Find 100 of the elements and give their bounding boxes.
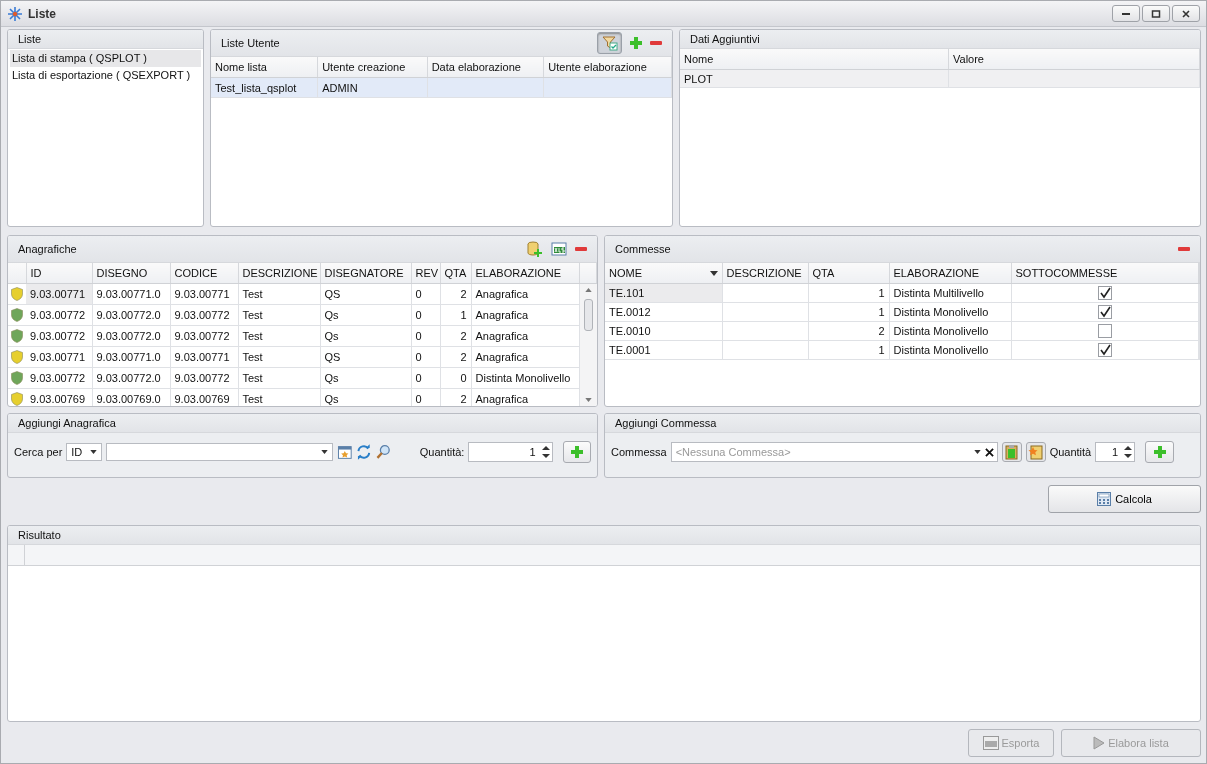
dropdown-arrow-icon[interactable] bbox=[973, 450, 981, 454]
table-cell: 9.03.00772.0 bbox=[96, 372, 161, 384]
table-cell: 2 bbox=[460, 330, 467, 342]
window-title: Liste bbox=[28, 6, 56, 21]
table-cell: 1 bbox=[878, 344, 885, 356]
table-cell: Anagrafica bbox=[475, 309, 529, 321]
order-field[interactable]: <Nessuna Commessa> bbox=[671, 444, 970, 460]
table-cell: 9.03.00771 bbox=[30, 288, 86, 300]
quantity-spinner[interactable]: 1 bbox=[1095, 442, 1136, 462]
plus-icon bbox=[1153, 446, 1166, 458]
column-header[interactable]: Data elaborazione bbox=[427, 57, 544, 78]
column-header[interactable]: NOME bbox=[605, 263, 722, 284]
table-cell: 9.03.00769.0 bbox=[96, 393, 161, 405]
column-header[interactable]: DESCRIZIONE bbox=[722, 263, 808, 284]
column-header[interactable]: DESCRIZIONE bbox=[238, 263, 320, 284]
table-cell: 9.03.00772 bbox=[30, 330, 86, 342]
column-header[interactable]: ELABORAZIONE bbox=[889, 263, 1011, 284]
spin-arrows-icon bbox=[541, 445, 550, 459]
column-header[interactable]: DISEGNATORE bbox=[320, 263, 411, 284]
checkbox[interactable] bbox=[1097, 305, 1112, 320]
table-cell: 0 bbox=[415, 393, 422, 405]
clear-icon[interactable] bbox=[984, 447, 994, 457]
table-cell: TE.101 bbox=[609, 287, 645, 299]
add-button[interactable] bbox=[1145, 441, 1175, 463]
table-cell: 0 bbox=[460, 372, 467, 384]
column-header[interactable]: CODICE bbox=[170, 263, 238, 284]
panel-title: Liste Utente bbox=[221, 37, 280, 49]
add-button[interactable] bbox=[562, 441, 591, 463]
clipboard-button[interactable] bbox=[1001, 442, 1022, 462]
calculate-button[interactable]: Calcola bbox=[1048, 485, 1201, 513]
table-cell: 9.03.00771.0 bbox=[96, 351, 161, 363]
table-cell: Test_lista_qsplot bbox=[215, 81, 297, 94]
table-cell: Anagrafica bbox=[475, 288, 529, 300]
order-label: Commessa bbox=[611, 446, 667, 458]
calendar-icon[interactable] bbox=[336, 444, 353, 460]
table-cell: 9.03.00771 bbox=[174, 351, 230, 363]
scroll-up-icon[interactable] bbox=[584, 288, 592, 292]
refresh-icon[interactable] bbox=[356, 444, 373, 460]
table-cell: Test bbox=[242, 288, 263, 300]
search-by-dropdown[interactable]: ID bbox=[66, 443, 102, 461]
checkbox[interactable] bbox=[1097, 343, 1112, 358]
table-cell: Qs bbox=[324, 309, 339, 321]
table-cell: 1 bbox=[460, 309, 467, 321]
table-cell: 9.03.00772 bbox=[174, 330, 230, 342]
column-header[interactable]: ID bbox=[26, 263, 92, 284]
checkbox[interactable] bbox=[1097, 286, 1112, 301]
panel-title: Anagrafiche bbox=[18, 243, 77, 255]
app-icon bbox=[7, 5, 23, 22]
scroll-down-icon[interactable] bbox=[584, 398, 592, 402]
table-cell: 0 bbox=[415, 372, 422, 384]
search-icon[interactable] bbox=[376, 444, 392, 460]
column-header[interactable]: ELABORAZIONE bbox=[471, 263, 579, 284]
close-button[interactable] bbox=[1172, 5, 1200, 22]
scrollbar-thumb[interactable] bbox=[583, 299, 593, 331]
table-cell: Test bbox=[242, 372, 263, 384]
column-header[interactable]: SOTTOCOMMESSE bbox=[1011, 263, 1198, 284]
play-icon bbox=[1093, 736, 1106, 750]
list-item[interactable]: Lista di esportazione ( QSEXPORT ) bbox=[10, 67, 201, 84]
column-header[interactable]: REV bbox=[411, 263, 440, 284]
column-header[interactable]: QTA bbox=[808, 263, 889, 284]
table-cell: 2 bbox=[460, 288, 467, 300]
table-cell: 9.03.00772 bbox=[174, 372, 230, 384]
column-header[interactable]: Nome lista bbox=[211, 57, 318, 78]
database-add-icon[interactable] bbox=[527, 241, 543, 257]
dropdown-arrow-icon bbox=[320, 450, 328, 454]
table-cell: Anagrafica bbox=[475, 351, 529, 363]
maximize-button[interactable] bbox=[1142, 5, 1170, 22]
table-cell: Qs bbox=[324, 372, 339, 384]
table-cell: Qs bbox=[324, 393, 339, 405]
column-header[interactable]: Utente elaborazione bbox=[543, 57, 672, 78]
plus-icon bbox=[570, 446, 583, 458]
list-item[interactable]: Lista di stampa ( QSPLOT ) bbox=[10, 50, 201, 67]
add-icon[interactable] bbox=[630, 37, 642, 49]
search-field[interactable] bbox=[105, 443, 333, 461]
clipboard-icon bbox=[1003, 444, 1020, 460]
spreadsheet-export-icon[interactable] bbox=[551, 241, 567, 257]
quantity-spinner[interactable]: 1 bbox=[468, 442, 553, 462]
table-cell: 9.03.00769 bbox=[30, 393, 86, 405]
column-header[interactable]: QTA bbox=[440, 263, 471, 284]
checkbox[interactable] bbox=[1097, 324, 1112, 339]
table-row[interactable]: Test_lista_qsplot ADMIN bbox=[211, 77, 672, 98]
column-header[interactable]: Nome bbox=[680, 49, 949, 70]
column-header[interactable]: Valore bbox=[948, 49, 1200, 70]
panel-title: Liste bbox=[18, 33, 42, 45]
minimize-icon bbox=[1122, 12, 1130, 15]
table-cell: TE.0001 bbox=[609, 344, 651, 356]
filter-button[interactable] bbox=[597, 32, 622, 54]
table-cell: 9.03.00769 bbox=[174, 393, 230, 405]
table-cell: 9.03.00772.0 bbox=[96, 309, 161, 321]
table-cell: 9.03.00771 bbox=[30, 351, 86, 363]
minimize-button[interactable] bbox=[1112, 5, 1140, 22]
column-header[interactable]: DISEGNO bbox=[92, 263, 170, 284]
table-cell: 1 bbox=[878, 306, 885, 318]
table-cell: Qs bbox=[324, 330, 339, 342]
table-cell: 0 bbox=[415, 288, 422, 300]
spin-arrows-icon bbox=[1124, 445, 1133, 459]
column-header[interactable]: Utente creazione bbox=[317, 57, 428, 78]
order-dropdown[interactable]: <Nessuna Commessa> bbox=[670, 442, 998, 462]
spreadsheet-icon bbox=[982, 736, 999, 750]
new-document-button[interactable] bbox=[1025, 442, 1046, 462]
